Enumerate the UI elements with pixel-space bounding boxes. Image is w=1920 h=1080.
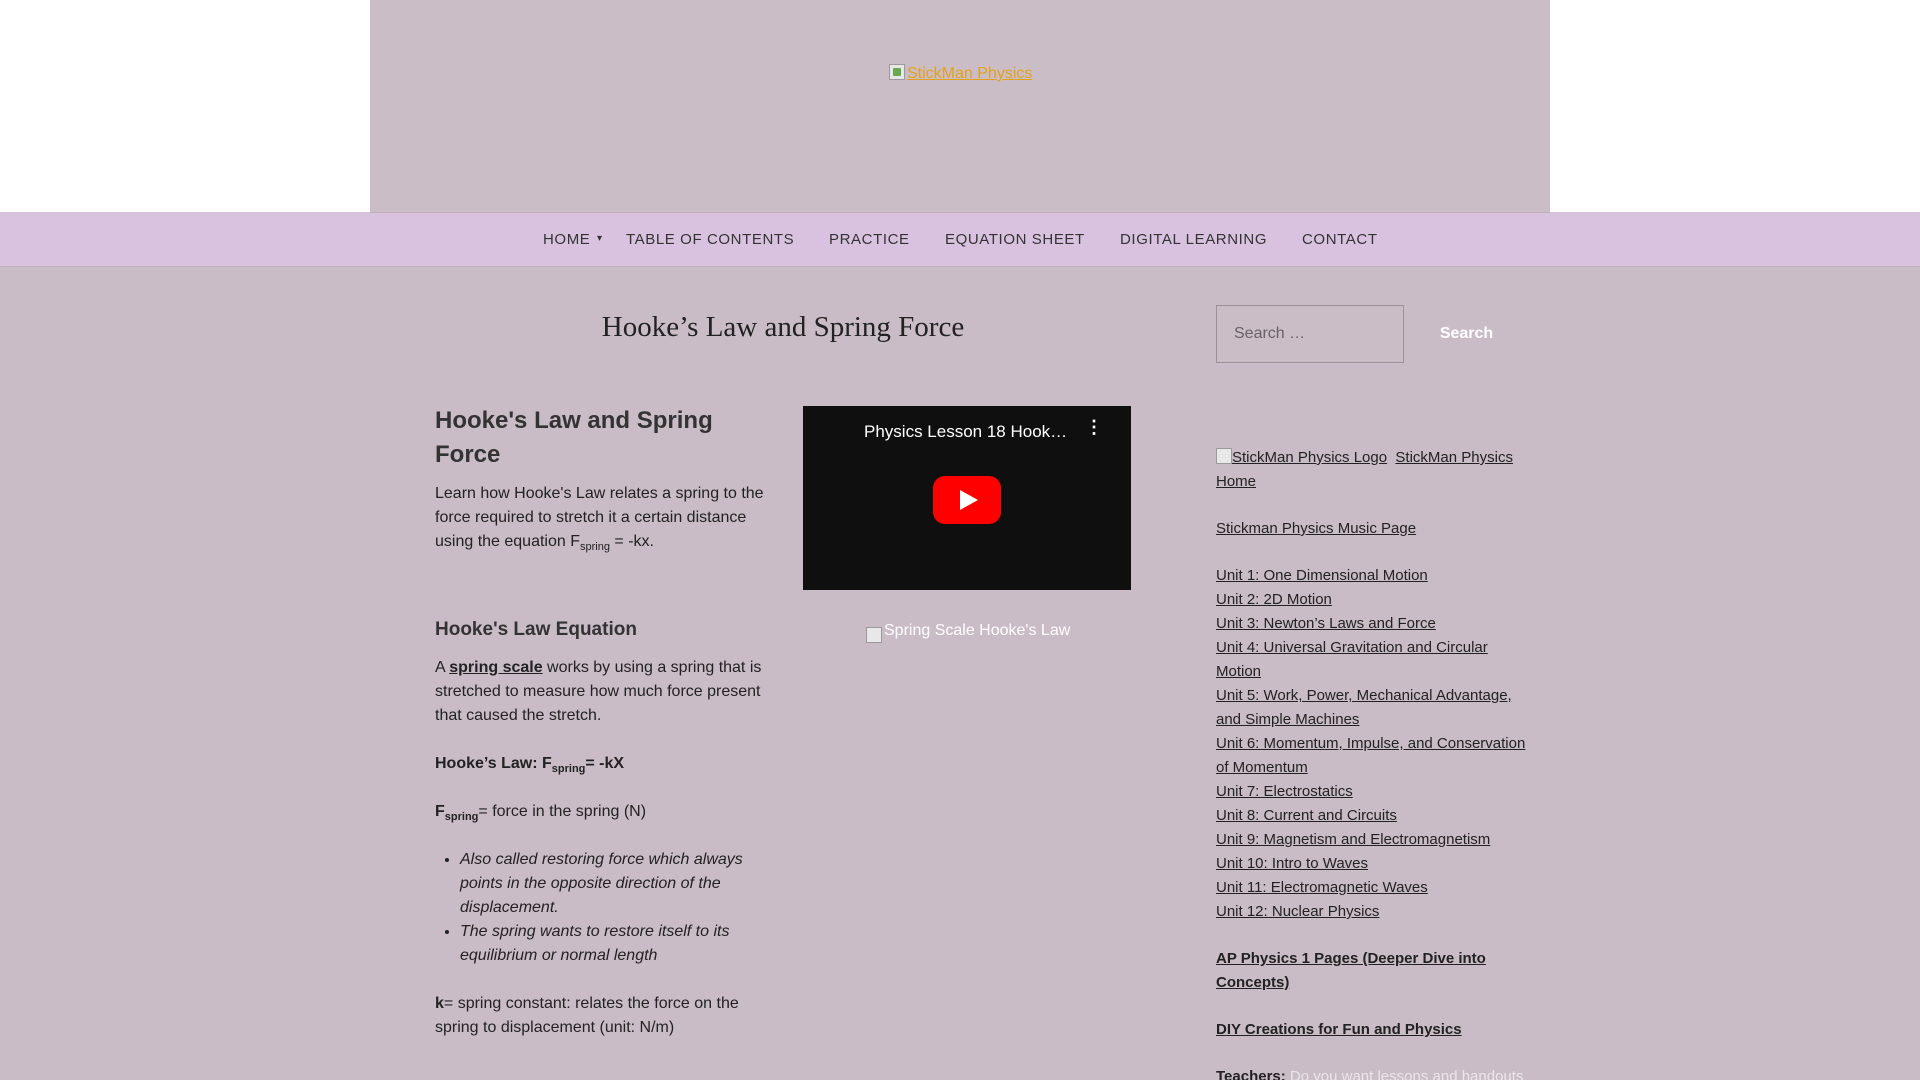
unit-link-5[interactable]: Unit 5: Work, Power, Mechanical Advantag…	[1216, 687, 1512, 728]
chevron-down-icon[interactable]: ▾	[597, 233, 602, 244]
nav-practice[interactable]: PRACTICE	[829, 231, 910, 248]
hookes-law-equation: Hooke’s Law: Fspring= -kX	[435, 755, 625, 775]
unit-link-12[interactable]: Unit 12: Nuclear Physics	[1216, 903, 1379, 920]
search-button[interactable]: Search	[1404, 305, 1529, 363]
page-title: Hooke’s Law and Spring Force	[601, 311, 965, 343]
nav-digital-learning[interactable]: DIGITAL LEARNING	[1120, 231, 1267, 248]
ap-physics-link[interactable]: AP Physics 1 Pages (Deeper Dive into Con…	[1216, 950, 1486, 991]
spring-scale-image: Spring Scale Hooke's Law	[866, 622, 1070, 643]
list-item: The spring wants to restore itself to it…	[460, 920, 770, 968]
broken-image-icon	[1216, 448, 1232, 464]
unit-link-4[interactable]: Unit 4: Universal Gravitation and Circul…	[1216, 639, 1488, 680]
play-button-icon[interactable]	[933, 476, 1001, 524]
diy-creations-link[interactable]: DIY Creations for Fun and Physics	[1216, 1021, 1462, 1038]
unit-link-8[interactable]: Unit 8: Current and Circuits	[1216, 807, 1397, 824]
intro-paragraph: Learn how Hooke's Law relates a spring t…	[435, 485, 764, 553]
equation-heading: Hooke's Law Equation	[435, 619, 637, 640]
logo-alt-text: StickMan Physics	[907, 65, 1033, 82]
site-logo-link[interactable]: StickMan Physics	[889, 64, 1032, 83]
unit-links: Unit 1: One Dimensional Motion Unit 2: 2…	[1216, 564, 1526, 924]
nav-equation-sheet[interactable]: EQUATION SHEET	[945, 231, 1085, 248]
spring-scale-link[interactable]: spring scale	[449, 659, 542, 676]
broken-image-icon	[866, 627, 882, 643]
stickman-logo-image[interactable]: StickMan Physics Logo	[1216, 446, 1387, 470]
unit-link-2[interactable]: Unit 2: 2D Motion	[1216, 591, 1332, 608]
home-link-row: StickMan Physics Logo StickMan Physics H…	[1216, 446, 1526, 494]
unit-link-6[interactable]: Unit 6: Momentum, Impulse, and Conservat…	[1216, 735, 1525, 776]
site-header	[370, 0, 1550, 212]
sidebar-links: StickMan Physics Logo StickMan Physics H…	[1216, 446, 1526, 1080]
more-vert-icon[interactable]: ⋮	[1085, 418, 1103, 436]
search-form: Search	[1216, 305, 1526, 363]
unit-link-3[interactable]: Unit 3: Newton’s Laws and Force	[1216, 615, 1436, 632]
sidebar: Search StickMan Physics Logo StickMan Ph…	[1216, 305, 1526, 1080]
teachers-note: Teachers: Do you want lessons and handou…	[1216, 1068, 1524, 1080]
video-title[interactable]: Physics Lesson 18 Hooke's Law	[864, 422, 1074, 442]
unit-link-7[interactable]: Unit 7: Electrostatics	[1216, 783, 1353, 800]
article-body: Hooke's Law and Spring Force Learn how H…	[435, 404, 770, 1040]
fspring-definition: Fspring= force in the spring (N)	[435, 803, 647, 823]
youtube-video-embed[interactable]: Physics Lesson 18 Hooke's Law ⋮	[803, 406, 1131, 590]
main-navigation: HOME ▾ TABLE OF CONTENTS PRACTICE EQUATI…	[0, 212, 1920, 267]
nav-contact[interactable]: CONTACT	[1302, 231, 1378, 248]
unit-link-10[interactable]: Unit 10: Intro to Waves	[1216, 855, 1368, 872]
unit-link-9[interactable]: Unit 9: Magnetism and Electromagnetism	[1216, 831, 1490, 848]
nav-home[interactable]: HOME	[543, 231, 590, 248]
search-input[interactable]	[1216, 305, 1404, 363]
unit-link-11[interactable]: Unit 11: Electromagnetic Waves	[1216, 879, 1428, 896]
unit-link-1[interactable]: Unit 1: One Dimensional Motion	[1216, 567, 1428, 584]
music-page-link[interactable]: Stickman Physics Music Page	[1216, 520, 1416, 537]
broken-image-icon	[889, 64, 905, 80]
nav-table-of-contents[interactable]: TABLE OF CONTENTS	[626, 231, 794, 248]
list-item: Also called restoring force which always…	[460, 848, 770, 920]
k-definition: k= spring constant: relates the force on…	[435, 995, 739, 1036]
restoring-force-notes: Also called restoring force which always…	[460, 848, 770, 968]
article-heading: Hooke's Law and Spring Force	[435, 407, 713, 468]
content-area	[0, 268, 1920, 1080]
spring-scale-paragraph: A spring scale works by using a spring t…	[435, 659, 762, 724]
